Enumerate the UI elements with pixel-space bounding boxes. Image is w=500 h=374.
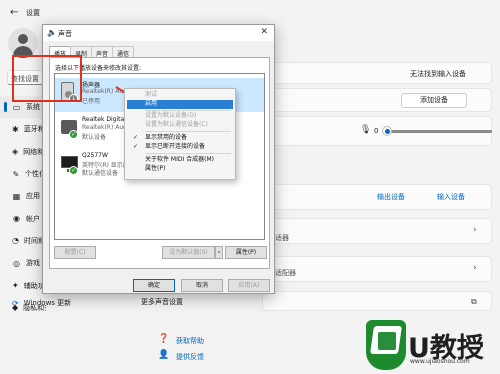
- ok-button[interactable]: 确定: [133, 279, 175, 292]
- sidebar-item-label: 游戏: [26, 259, 40, 268]
- menu-item-label: 显示禁用的设备: [145, 134, 188, 141]
- speaker-icon: 🔈: [47, 28, 57, 37]
- communication-check-icon: ✓: [69, 166, 78, 175]
- sidebar-item-label: 系统: [26, 103, 40, 112]
- monitor-icon: ✓: [61, 154, 78, 176]
- sidebar-item-label: Windows 更新: [23, 299, 72, 307]
- get-help-link[interactable]: 获取帮助: [176, 336, 204, 346]
- apps-icon: ▦: [12, 191, 21, 201]
- set-default-dropdown[interactable]: ▾: [215, 246, 223, 259]
- sidebar-item-label: 帐户: [26, 214, 40, 223]
- input-volume-slider-thumb[interactable]: [382, 126, 392, 136]
- device-status: 已停用: [82, 98, 101, 105]
- context-menu: 测试 启用 设置为默认设备(D) 设置为默认通信设备(C) ✓ 显示禁用的设备 ✓…: [124, 88, 236, 180]
- sidebar-item-label: 应用: [26, 192, 40, 201]
- device-name: Q2577W: [82, 152, 108, 159]
- accessibility-icon: ✦: [12, 281, 19, 291]
- watermark-url: www.ujiaoshou.com: [410, 358, 470, 365]
- refresh-icon: ⟳: [12, 298, 19, 308]
- menu-item-set-default-comm[interactable]: 设置为默认通信设备(C): [127, 121, 233, 130]
- chevron-right-icon: ›: [473, 263, 477, 273]
- device-status: 默认通信设备: [82, 170, 119, 177]
- sidebar-item-accounts[interactable]: ◉ 帐户: [0, 207, 46, 229]
- menu-separator: [145, 131, 231, 132]
- configure-button[interactable]: 配置(C): [54, 246, 96, 259]
- device-row-2[interactable]: [262, 256, 492, 282]
- dialog-title: 声音: [58, 30, 72, 38]
- dialog-titlebar: 🔈 声音 ✕: [43, 25, 274, 41]
- apply-button[interactable]: 应用(A): [228, 279, 270, 292]
- digital-output-icon: ✓: [61, 118, 78, 140]
- input-volume-slider[interactable]: [386, 130, 492, 133]
- annotation-highlight-frame: [12, 55, 82, 102]
- gamepad-icon: ◎: [13, 258, 20, 268]
- checkmark-icon: ✓: [133, 134, 139, 141]
- menu-item-properties[interactable]: 属性(P): [127, 165, 233, 174]
- sidebar-item-bluetooth[interactable]: ✱蓝牙和其他设备: [0, 118, 46, 140]
- sidebar-item-network[interactable]: ◈网络和 Internet: [0, 141, 46, 163]
- device-row-1[interactable]: [262, 218, 492, 244]
- account-icon: ◉: [13, 214, 20, 224]
- menu-item-midi[interactable]: 关于软件 MIDI 合成器(M): [127, 156, 233, 165]
- help-icon: ❓: [158, 334, 170, 344]
- device-row-2-text: 适配器: [275, 269, 296, 277]
- clock-icon: ◔: [12, 236, 19, 246]
- more-sound-settings-text[interactable]: 更多声音设置: [141, 297, 183, 307]
- give-feedback-link[interactable]: 提供反馈: [176, 352, 204, 362]
- sidebar-item-gaming[interactable]: ◎ 游戏: [0, 252, 46, 274]
- windows-logo-icon: [378, 332, 396, 350]
- external-link-icon: ⧉: [471, 297, 477, 306]
- device-row-1-text: 适器: [275, 234, 289, 242]
- device-status: 默认设备: [82, 134, 107, 141]
- feedback-icon: 👤: [158, 350, 170, 360]
- menu-separator: [145, 110, 231, 111]
- menu-item-show-disabled[interactable]: ✓ 显示禁用的设备: [127, 134, 233, 143]
- menu-item-set-default[interactable]: 设置为默认设备(D): [127, 112, 233, 121]
- sidebar-item-apps[interactable]: ▦ 应用: [0, 185, 46, 207]
- menu-separator: [145, 153, 231, 154]
- checkmark-icon: ✓: [133, 143, 139, 150]
- menu-item-show-disconnected[interactable]: ✓ 显示已断开连接的设备: [127, 143, 233, 152]
- menu-item-label: 显示已断开连接的设备: [145, 143, 206, 150]
- bluetooth-icon: ✱: [12, 124, 19, 134]
- settings-titlebar: ← 设置: [0, 0, 500, 24]
- close-icon[interactable]: ✕: [260, 27, 268, 37]
- menu-item-test[interactable]: 测试: [127, 91, 233, 100]
- microphone-icon: 🎙: [360, 125, 372, 135]
- more-sound-settings-card[interactable]: [262, 291, 492, 311]
- chevron-right-icon: ›: [473, 225, 477, 235]
- no-input-device-text: 无法找到输入设备: [410, 70, 466, 78]
- menu-item-enable[interactable]: 启用: [127, 100, 233, 109]
- output-device-link[interactable]: 输出设备: [377, 192, 405, 202]
- sidebar-item-windows-update[interactable]: ⟳ Windows 更新: [12, 298, 71, 308]
- avatar[interactable]: [8, 28, 38, 58]
- add-device-button[interactable]: 添加设备: [401, 93, 467, 108]
- input-device-link[interactable]: 输入设备: [437, 192, 465, 202]
- system-icon: ▭: [12, 102, 21, 112]
- back-arrow-icon[interactable]: ←: [10, 7, 18, 18]
- cancel-button[interactable]: 取消: [181, 279, 223, 292]
- watermark-logo: U教授 www.ujiaoshou.com: [366, 320, 498, 372]
- default-check-icon: ✓: [69, 130, 78, 139]
- settings-nav: ▭系统 ✱蓝牙和其他设备 ◈网络和 Internet ✎个性化 ▦应用 ◉帐户 …: [0, 96, 46, 319]
- sidebar-item-personalization[interactable]: ✎ 个性化: [0, 163, 46, 185]
- sidebar-item-accessibility[interactable]: ✦辅助功能: [0, 274, 46, 296]
- brush-icon: ✎: [12, 169, 20, 179]
- set-default-button[interactable]: 设为默认值(S): [162, 246, 215, 259]
- sidebar-item-time-language[interactable]: ◔时间和语言: [0, 230, 46, 252]
- properties-button[interactable]: 属性(P): [225, 246, 267, 259]
- input-volume-value: 0: [374, 127, 379, 135]
- avatar-head: [18, 34, 28, 44]
- settings-app-title: 设置: [26, 9, 40, 17]
- network-icon: ◈: [12, 147, 19, 157]
